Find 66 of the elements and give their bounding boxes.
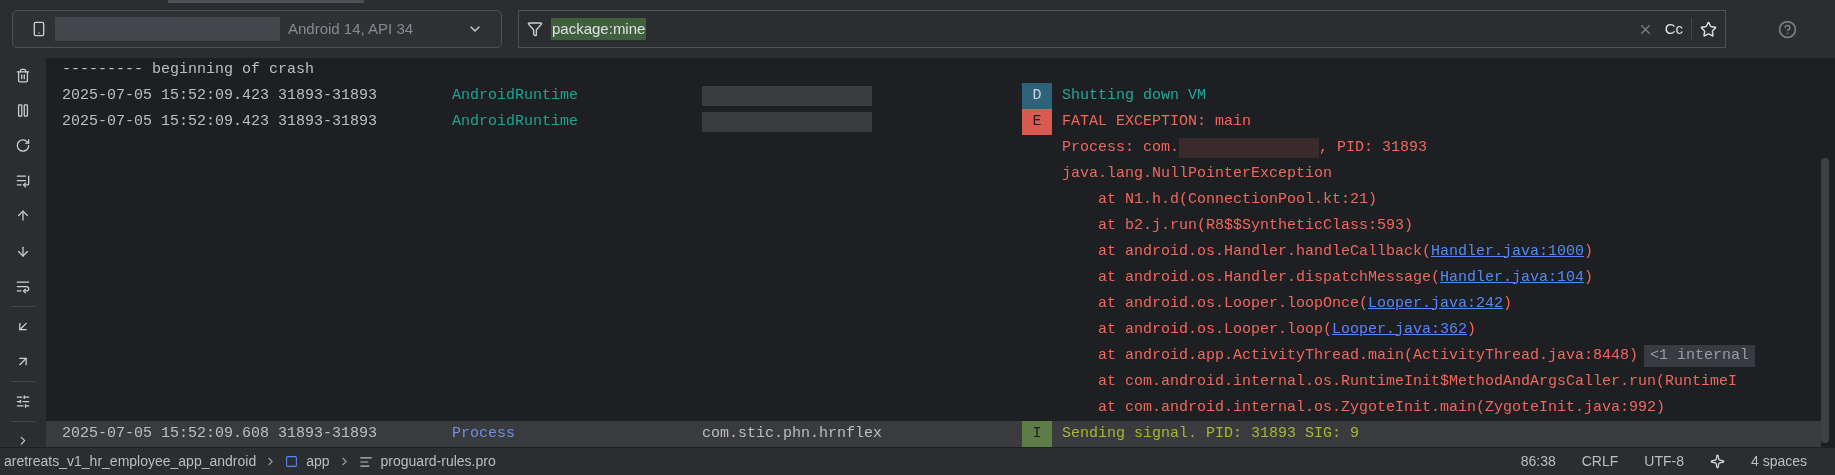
star-icon[interactable] [1700,20,1717,38]
encoding[interactable]: UTF-8 [1644,451,1684,472]
scroll-thumb[interactable] [168,0,364,3]
restart-icon[interactable] [14,138,32,154]
log-tag: AndroidRuntime [452,84,703,108]
wrap-text-icon[interactable] [14,278,32,294]
scrollbar-thumb[interactable] [1821,158,1829,443]
log-entry[interactable]: 2025-07-05 15:52:09.423 31893-31893 AndroidRuntime D Shutting down VM [46,83,1821,109]
file-lines-icon [358,454,373,469]
log-level-badge: E [1022,109,1052,135]
device-label: Android 14, API 34 [288,18,414,39]
breadcrumb-item[interactable]: aretreats_v1_hr_employee_app_android [4,451,257,472]
log-text: , PID: 31893 [1319,137,1428,158]
folded-frames-badge[interactable]: <1 internal [1644,344,1756,368]
match-case-button[interactable]: Cc [1660,17,1692,41]
log-text: ) [1584,241,1594,262]
log-level-badge: D [1022,83,1052,109]
log-text: ) [1467,319,1477,340]
device-selector[interactable]: Android 14, API 34 [12,10,502,48]
log-text: FATAL EXCEPTION: main [1062,111,1252,132]
line-ending[interactable]: CRLF [1581,451,1619,472]
log-text: Shutting down VM [1062,85,1207,106]
process-ids: 31893-31893 [278,111,379,132]
indent-setting[interactable]: 4 spaces [1750,451,1807,472]
sparkle-icon[interactable] [1709,454,1725,469]
crash-separator: --------- beginning of crash [62,60,315,81]
log-entry[interactable]: 2025-07-05 15:52:09.608 31893-31893 Process com.stic.phn.hrnflex I Sending signal. PID: 31893 SIG: 9 [46,421,1821,447]
log-text: ) [1584,267,1594,288]
process-ids: 31893-31893 [278,423,379,444]
source-link[interactable]: Looper.java:242 [1368,292,1504,316]
filter-field[interactable]: package:mine Cc [518,10,1726,48]
filter-value: package:mine [551,17,647,41]
help-icon[interactable] [1778,19,1797,39]
log-text: at android.os.Looper.loop( [1098,319,1333,340]
cursor-position[interactable]: 86:38 [1520,451,1556,472]
log-text: Process: com. [1062,137,1180,158]
log-text: at android.os.Looper.loopOnce( [1098,293,1369,314]
source-link[interactable]: Looper.java:362 [1332,318,1468,342]
phone-icon [31,21,47,37]
scroll-to-end-icon[interactable] [14,173,32,189]
log-text: Sending signal. PID: 31893 SIG: 9 [1062,423,1360,444]
log-level-badge: I [1022,421,1052,447]
breadcrumb-item[interactable]: app [306,451,330,472]
log-text: at android.os.Handler.dispatchMessage( [1098,267,1441,288]
module-icon [285,455,299,468]
log-text: at com.android.internal.os.RuntimeInit$MethodAndArgsCaller.run(RuntimeI [1098,371,1738,392]
process-ids: 31893-31893 [278,85,379,106]
filter-icon[interactable] [527,21,543,37]
log-text: ) [1503,293,1513,314]
breadcrumb-item[interactable]: proguard-rules.pro [380,451,496,472]
log-text: at com.android.internal.os.ZygoteInit.main(ZygoteInit.java:992) [1098,397,1666,418]
log-tag: AndroidRuntime [452,110,703,134]
package-name: com.stic.phn.hrnflex [702,423,883,444]
log-timestamp: 2025-07-05 15:52:09.423 [62,85,270,106]
log-tag: Process [452,422,703,446]
log-text: at N1.h.d(ConnectionPool.kt:21) [1098,189,1378,210]
source-link[interactable]: Handler.java:104 [1440,266,1585,290]
log-text: at android.os.Handler.handleCallback( [1098,241,1432,262]
trash-icon[interactable] [14,68,32,84]
log-text: at android.app.ActivityThread.main(ActivityThread.java:8448) [1098,345,1639,366]
source-link[interactable]: Handler.java:1000 [1431,240,1585,264]
log-timestamp: 2025-07-05 15:52:09.608 [62,423,270,444]
log-timestamp: 2025-07-05 15:52:09.423 [62,111,270,132]
log-text: at b2.j.run(R8$$SyntheticClass:593) [1098,215,1414,236]
settings-icon[interactable] [14,393,32,409]
log-text: java.lang.NullPointerException [1062,163,1333,184]
